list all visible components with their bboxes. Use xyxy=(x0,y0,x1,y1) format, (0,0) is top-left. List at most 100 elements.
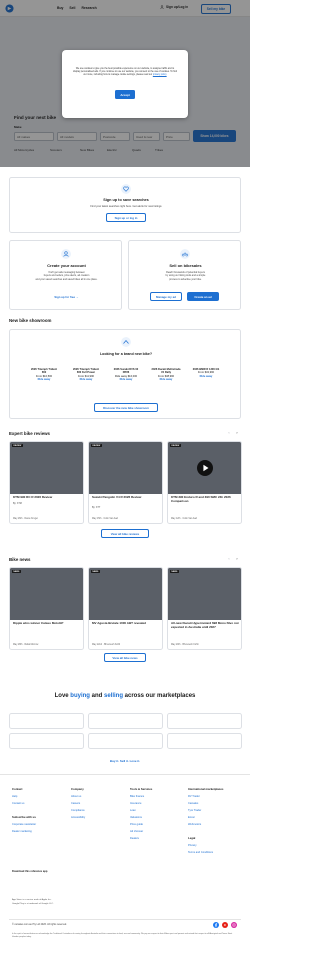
footer-link[interactable]: Tyre Trader xyxy=(188,807,223,814)
bike-link[interactable]: Ride away xyxy=(191,375,221,378)
footer-heading: International marketplaces xyxy=(188,787,224,791)
review-card[interactable]: REVIEW Suzuki Pangolin V4 R 2026 Review … xyxy=(88,441,163,524)
footer-link[interactable]: Corporate newsletter xyxy=(12,821,36,828)
privacy-policy-link[interactable]: privacy policy xyxy=(153,74,167,76)
footer-column-legal: Legal Privacy Terms and Conditions xyxy=(188,835,213,856)
bike-link[interactable]: Ride away xyxy=(71,378,101,381)
news-card[interactable]: NEWS MV Agusta Brutale 1000 ABT revealed… xyxy=(88,567,163,650)
footer-link[interactable]: Terms and Conditions xyxy=(188,849,213,856)
footer-link[interactable]: Valuations xyxy=(130,814,152,821)
footer-link[interactable]: Carsales xyxy=(188,800,223,807)
news-card[interactable]: NEWS All-new Ducati Hypermotard 698 Mono… xyxy=(167,567,242,650)
bike-link[interactable]: Ride away xyxy=(151,378,181,381)
create-ad-button[interactable]: Create an ad xyxy=(187,292,219,301)
instagram-icon[interactable] xyxy=(231,922,237,928)
sell-line: process to advertise your bike. xyxy=(169,277,202,281)
marketplace-tile[interactable] xyxy=(167,713,242,729)
reviews-prev-arrow-icon[interactable]: ‹ xyxy=(226,430,232,436)
showroom-bike[interactable]: 2026 Triumph Trident 660 From $10,500 Ri… xyxy=(29,368,59,382)
play-video-icon[interactable] xyxy=(197,460,213,476)
sign-up-free-link[interactable]: Sign up for free → xyxy=(10,295,123,299)
view-all-news-button[interactable]: View all bike news xyxy=(104,653,146,662)
marketplace-tile[interactable] xyxy=(9,713,84,729)
news-badge: NEWS xyxy=(12,570,21,574)
google-play-note: Google Play is a trademark of Google LLC… xyxy=(12,903,54,905)
marketplace-title-part: buying xyxy=(70,693,90,699)
facebook-icon[interactable] xyxy=(213,922,219,928)
review-image xyxy=(89,442,162,494)
manage-ad-button[interactable]: Manage my ad xyxy=(150,292,182,301)
news-card[interactable]: NEWS Dipple wins winner Cataso MotoGP Ma… xyxy=(9,567,84,650)
showroom-heading: New bike showroom xyxy=(9,318,52,323)
reviews-next-arrow-icon[interactable]: › xyxy=(234,430,240,436)
marketplace-title: Love buying and selling across our marke… xyxy=(0,693,250,699)
review-footer: May 12th · Colin Van Aad xyxy=(171,518,197,520)
acknowledgement-disclaimer: In the spirit of reconciliation we ackno… xyxy=(12,933,233,938)
showroom-card: Looking for a brand new bike? 2026 Trium… xyxy=(9,329,241,419)
copyright: © carsales.com.au Pty Ltd 2026. All righ… xyxy=(12,923,67,926)
news-badge: NEWS xyxy=(91,570,100,574)
sign-up-free-label: Sign up for free xyxy=(54,295,76,299)
create-account-description: You'll get safe messaging between buyers… xyxy=(14,271,119,281)
footer-link[interactable]: About us xyxy=(71,793,85,800)
sell-title: Sell on bikesales xyxy=(169,263,202,268)
review-meta: By: KTT xyxy=(92,507,101,509)
marketplace-tile[interactable] xyxy=(167,733,242,749)
footer-link[interactable]: Webmotors xyxy=(188,821,223,828)
marketplace-tagline: Buy it. Sell it. Love it. xyxy=(109,759,141,763)
footer-link[interactable]: Price guide xyxy=(130,821,152,828)
cookie-consent-dialog: We use cookies to give you the best poss… xyxy=(62,50,188,118)
news-image xyxy=(89,568,162,620)
footer-link[interactable]: Loan xyxy=(130,807,152,814)
marketplace-tile[interactable] xyxy=(88,733,163,749)
footer-link[interactable]: Contact us xyxy=(12,800,24,807)
footer-link[interactable]: RV Trader xyxy=(188,793,223,800)
footer-link[interactable]: Compliance xyxy=(71,807,85,814)
accept-cookies-button[interactable]: Accept xyxy=(115,90,135,99)
account-line: and your saved searches and saved bikes … xyxy=(35,277,98,281)
marketplace-title-part: and xyxy=(89,693,104,699)
view-all-reviews-button[interactable]: View all bike reviews xyxy=(101,529,149,538)
footer-link[interactable]: Dealers xyxy=(130,835,152,842)
youtube-icon[interactable] xyxy=(222,922,228,928)
footer-link[interactable]: Insurance xyxy=(130,800,152,807)
app-download-heading: Download this reference app xyxy=(12,870,48,873)
news-image xyxy=(10,568,83,620)
sell-description: Reach thousands of potential buyers by u… xyxy=(133,271,238,281)
showroom-bike[interactable]: 2026 Triumph Trident 660 Full Power From… xyxy=(71,368,101,382)
footer-link[interactable]: Careers xyxy=(71,800,85,807)
bike-name: 2026 Triumph Trident 660 Full Power xyxy=(72,368,100,375)
footer-heading: Tools & Services xyxy=(130,787,153,791)
footer-link[interactable]: Accessibility xyxy=(71,814,85,821)
review-badge: REVIEW xyxy=(170,444,181,448)
review-badge: REVIEW xyxy=(91,444,102,448)
showroom-bike[interactable]: 2026 Suzuki DVS 02 RP26 Ride away $16,00… xyxy=(111,368,141,382)
bike-link[interactable]: Ride away xyxy=(29,378,59,381)
footer-link[interactable]: Ad chooser xyxy=(130,828,152,835)
footer-link[interactable]: Bike finance xyxy=(130,793,152,800)
footer-link[interactable]: Privacy xyxy=(188,842,213,849)
sign-up-log-in-button[interactable]: Sign up or log in xyxy=(106,213,146,222)
showroom-bike[interactable]: 2026 BMW R 1300 GS From $32,990 Ride awa… xyxy=(191,368,221,378)
review-title: KTM 990 RC R 2026 Review xyxy=(13,495,53,499)
saved-searches-card: Sign up to save searches Find your lates… xyxy=(9,177,241,233)
bike-link[interactable]: Ride away xyxy=(111,378,141,381)
news-prev-arrow-icon[interactable]: ‹ xyxy=(226,556,232,562)
discover-showroom-button[interactable]: Discover the new bike showroom xyxy=(94,403,158,412)
footer-heading: Company xyxy=(71,787,84,791)
footer-link[interactable]: Dealer marketing xyxy=(12,828,36,835)
sell-card: Sell on bikesales Reach thousands of pot… xyxy=(128,240,241,310)
news-next-arrow-icon[interactable]: › xyxy=(234,556,240,562)
showroom-bike[interactable]: 2026 Ducati Multistrada V4 Rally From $3… xyxy=(151,368,181,382)
footer-link[interactable]: Encar xyxy=(188,814,223,821)
review-card[interactable]: REVIEW KTM 390 Enduro R and 390 SMC 24h … xyxy=(167,441,242,524)
review-card[interactable]: REVIEW KTM 990 RC R 2026 Review By: KTM … xyxy=(9,441,84,524)
create-account-card: Create your account You'll get safe mess… xyxy=(9,240,122,310)
marketplace-tile[interactable] xyxy=(88,713,163,729)
marketplace-tile[interactable] xyxy=(9,733,84,749)
marketplace-title-part: selling xyxy=(103,693,123,699)
footer-link[interactable]: Help xyxy=(12,793,24,800)
footer-divider xyxy=(9,919,241,920)
review-title: KTM 390 Enduro R and 390 SMC 24h 2026 Co… xyxy=(171,495,231,503)
footer-column-international: International marketplaces RV Trader Car… xyxy=(188,786,223,828)
